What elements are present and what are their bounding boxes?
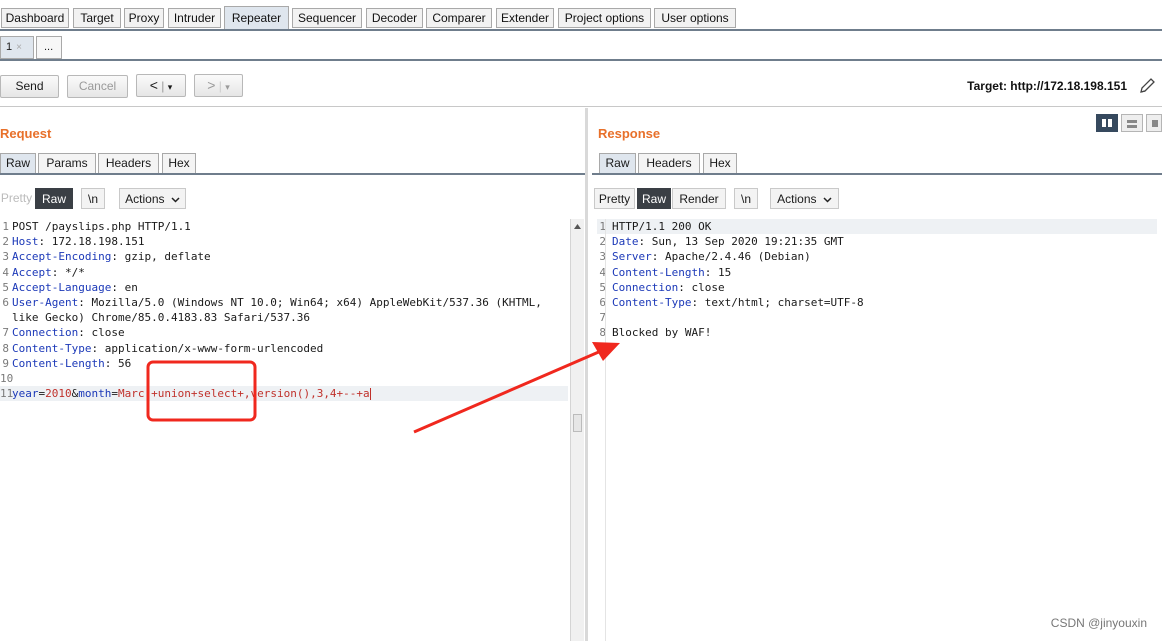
request-newline-button[interactable]: \n bbox=[81, 188, 105, 209]
back-button[interactable]: < | ▾ bbox=[136, 74, 186, 97]
request-line: 5 Accept-Language: en bbox=[2, 280, 138, 294]
tab-intruder[interactable]: Intruder bbox=[168, 8, 221, 28]
response-tab-headers[interactable]: Headers bbox=[638, 153, 700, 174]
tab-target[interactable]: Target bbox=[73, 8, 121, 28]
cancel-button[interactable]: Cancel bbox=[67, 75, 128, 98]
chevron-down-icon: ▾ bbox=[167, 82, 173, 92]
response-line: 7 bbox=[599, 311, 606, 325]
actions-label: Actions bbox=[777, 192, 817, 206]
request-line: 8 Content-Type: application/x-www-form-ur… bbox=[2, 341, 324, 355]
split-view-icon[interactable] bbox=[1096, 114, 1118, 132]
request-title: Request bbox=[0, 126, 52, 141]
response-title: Response bbox=[598, 126, 661, 141]
scrollbar-thumb[interactable] bbox=[573, 414, 582, 432]
request-editor[interactable]: 1 POST /payslips.php HTTP/1.1 2 Host: 172.… bbox=[0, 219, 568, 402]
chevron-down-icon: ▾ bbox=[225, 82, 230, 92]
response-newline-button[interactable]: \n bbox=[734, 188, 758, 209]
request-scrollbar[interactable] bbox=[570, 219, 584, 641]
param-key-month: month bbox=[78, 387, 112, 401]
response-raw-button[interactable]: Raw bbox=[637, 188, 671, 209]
response-tab-hex[interactable]: Hex bbox=[703, 153, 737, 174]
response-gutter-line bbox=[605, 219, 606, 641]
main-tab-bar: Dashboard Target Proxy Intruder Repeater… bbox=[0, 6, 1162, 30]
request-line: 2 Host: 172.18.198.151 bbox=[2, 235, 145, 249]
tab-proxy[interactable]: Proxy bbox=[124, 8, 164, 28]
tab-extender[interactable]: Extender bbox=[496, 8, 554, 28]
response-pretty-button[interactable]: Pretty bbox=[594, 188, 635, 209]
response-line: 6 Content-Type: text/html; charset=UTF-8 bbox=[599, 295, 864, 309]
response-editor[interactable]: 1 HTTP/1.1 200 OK 2 Date: Sun, 13 Sep 2020… bbox=[597, 219, 1157, 341]
response-render-button[interactable]: Render bbox=[672, 188, 726, 209]
request-line: 3 Accept-Encoding: gzip, deflate bbox=[2, 250, 211, 264]
injected-payload: '+union+select+ bbox=[144, 387, 244, 401]
response-body-line: 8 Blocked by WAF! bbox=[599, 326, 712, 340]
request-tab-params[interactable]: Params bbox=[38, 153, 96, 174]
back-arrow-icon: < bbox=[149, 77, 158, 93]
watermark: CSDN @jinyouxin bbox=[1050, 616, 1147, 630]
actions-label: Actions bbox=[125, 192, 165, 206]
request-actions-button[interactable]: Actions bbox=[119, 188, 186, 209]
tab-sequencer[interactable]: Sequencer bbox=[292, 8, 362, 28]
request-line: 7 Connection: close bbox=[2, 326, 125, 340]
response-tab-raw[interactable]: Raw bbox=[599, 153, 636, 174]
request-tab-hex[interactable]: Hex bbox=[162, 153, 196, 174]
repeater-tab-bar: 1 × ... bbox=[0, 36, 1162, 60]
tab-project-options[interactable]: Project options bbox=[558, 8, 651, 28]
new-tab-button[interactable]: ... bbox=[36, 36, 62, 59]
tabs-view-icon[interactable] bbox=[1146, 114, 1162, 132]
forward-arrow-icon: > bbox=[207, 77, 216, 93]
chevron-down-icon bbox=[171, 197, 180, 203]
tab-decoder[interactable]: Decoder bbox=[366, 8, 423, 28]
request-body-line: 11 year=2010&month=Marc'+union+select+,ve… bbox=[0, 386, 568, 402]
repeater-tab-label: 1 bbox=[6, 41, 13, 53]
request-tab-rule bbox=[0, 173, 585, 175]
subtab-rule bbox=[0, 59, 1162, 61]
request-line: 1 POST /payslips.php HTTP/1.1 bbox=[2, 220, 191, 233]
horizontal-view-icon[interactable] bbox=[1121, 114, 1143, 132]
repeater-tab-1[interactable]: 1 × bbox=[0, 36, 34, 59]
tab-dashboard[interactable]: Dashboard bbox=[1, 8, 69, 28]
request-raw-button[interactable]: Raw bbox=[35, 188, 73, 209]
arrowhead-icon bbox=[592, 342, 620, 361]
response-line: 2 Date: Sun, 13 Sep 2020 19:21:35 GMT bbox=[599, 235, 844, 249]
request-line: 6 User-Agent: Mozilla/5.0 (Windows NT 10.… bbox=[2, 295, 542, 309]
text-cursor bbox=[369, 388, 371, 401]
response-line: 1 HTTP/1.1 200 OK bbox=[597, 219, 1157, 235]
scroll-up-icon[interactable] bbox=[572, 221, 583, 232]
toolbar-rule bbox=[0, 106, 1162, 107]
response-tab-rule bbox=[592, 173, 1162, 175]
target-label[interactable]: Target: http://172.18.198.151 bbox=[967, 79, 1127, 93]
tab-comparer[interactable]: Comparer bbox=[426, 8, 492, 28]
chevron-down-icon bbox=[823, 197, 832, 203]
response-line: 5 Connection: close bbox=[599, 280, 725, 294]
response-actions-button[interactable]: Actions bbox=[770, 188, 839, 209]
request-line: 4 Accept: */* bbox=[2, 265, 85, 279]
tab-bar-rule bbox=[0, 29, 1162, 31]
split-divider[interactable] bbox=[585, 108, 588, 641]
request-pretty-button[interactable]: Pretty bbox=[0, 188, 33, 209]
request-line: like Gecko) Chrome/85.0.4183.83 Safari/5… bbox=[12, 311, 311, 325]
request-line: 9 Content-Length: 56 bbox=[2, 356, 132, 370]
request-tab-raw[interactable]: Raw bbox=[0, 153, 36, 174]
pencil-icon[interactable] bbox=[1138, 76, 1158, 96]
request-line: 10 bbox=[0, 371, 14, 385]
response-line: 3 Server: Apache/2.4.46 (Debian) bbox=[599, 250, 811, 264]
tab-user-options[interactable]: User options bbox=[654, 8, 736, 28]
tab-repeater[interactable]: Repeater bbox=[224, 6, 289, 30]
param-key-year: year bbox=[12, 387, 39, 401]
send-button[interactable]: Send bbox=[0, 75, 59, 98]
request-tab-headers[interactable]: Headers bbox=[98, 153, 159, 174]
forward-button[interactable]: > | ▾ bbox=[194, 74, 243, 97]
close-icon[interactable]: × bbox=[16, 42, 22, 53]
response-line: 4 Content-Length: 15 bbox=[599, 265, 732, 279]
